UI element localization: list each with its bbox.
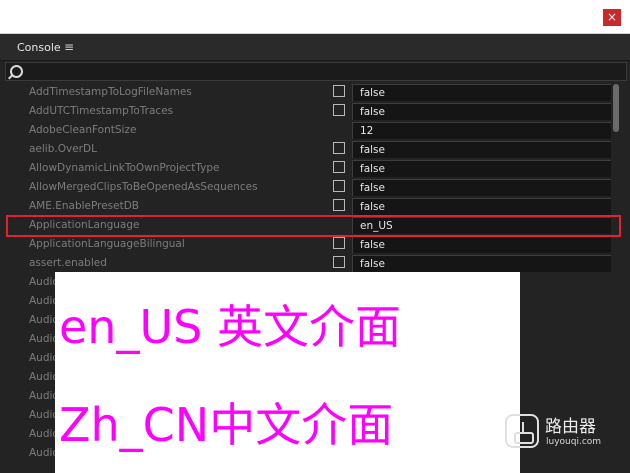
console-row[interactable]: AllowDynamicLinkToOwnProjectType false [7,159,611,178]
setting-checkbox[interactable] [333,142,345,154]
setting-name: ApplicationLanguageBilingual [29,238,185,250]
setting-value-field[interactable]: false [352,255,611,272]
setting-name: AdobeCleanFontSize [29,124,137,136]
annotation-line-zh: Zh_CN中文介面 [59,398,394,452]
highlight-box [6,215,621,237]
setting-value: false [360,144,385,156]
setting-checkbox[interactable] [333,161,345,173]
setting-name: AddUTCTimestampToTraces [29,105,174,117]
setting-value: false [360,163,385,175]
console-row[interactable]: ApplicationLanguageBilingual false [7,235,611,254]
setting-value-field[interactable]: false [352,198,611,215]
scroll-thumb[interactable] [613,84,619,132]
setting-value: false [360,106,385,118]
setting-value-field[interactable]: false [352,141,611,158]
setting-value-field[interactable]: false [352,84,611,101]
setting-checkbox[interactable] [333,237,345,249]
setting-value-field[interactable]: false [352,236,611,253]
search-input[interactable] [5,62,627,81]
setting-value: false [360,258,385,270]
setting-name: aelib.OverDL [29,143,97,155]
watermark-name: 路由器 [545,417,596,437]
console-row[interactable]: AllowMergedClipsToBeOpenedAsSequences fal… [7,178,611,197]
panel-menu-icon[interactable]: ≡ [64,40,74,54]
setting-value-field[interactable]: false [352,160,611,177]
setting-checkbox[interactable] [333,104,345,116]
console-row[interactable]: AdobeCleanFontSize 12 [7,121,611,140]
setting-value: false [360,201,385,213]
setting-checkbox[interactable] [333,85,345,97]
router-logo-icon [505,414,539,448]
setting-value: false [360,239,385,251]
setting-name: AddTimestampToLogFileNames [29,86,192,98]
setting-name: AllowDynamicLinkToOwnProjectType [29,162,220,174]
setting-value-field[interactable]: 12 [352,122,611,139]
panel-header: Console ≡ [0,34,630,61]
setting-value-field[interactable]: false [352,103,611,120]
setting-name: AllowMergedClipsToBeOpenedAsSequences [29,181,258,193]
setting-value: 12 [360,125,374,137]
setting-value-field[interactable]: false [352,179,611,196]
console-row[interactable]: AddUTCTimestampToTraces false [7,102,611,121]
setting-value: false [360,182,385,194]
watermark: 路由器 luyouqi.com [505,412,625,452]
console-row[interactable]: AddTimestampToLogFileNames false [7,83,611,102]
setting-name: assert.enabled [29,257,107,269]
search-icon [10,65,23,78]
console-row[interactable]: aelib.OverDL false [7,140,611,159]
setting-checkbox[interactable] [333,256,345,268]
console-row[interactable]: assert.enabled false [7,254,611,273]
setting-name: AME.EnablePresetDB [29,200,140,212]
setting-checkbox[interactable] [333,180,345,192]
panel-title: Console [17,41,61,54]
setting-value: false [360,87,385,99]
window-titlebar: × [0,0,630,34]
console-row[interactable]: AME.EnablePresetDB false [7,197,611,216]
annotation-line-en: en_US 英文介面 [59,300,401,354]
annotation-overlay: en_US 英文介面 Zh_CN中文介面 [55,272,520,473]
close-button[interactable]: × [603,9,621,26]
watermark-url: luyouqi.com [546,437,602,447]
setting-checkbox[interactable] [333,199,345,211]
